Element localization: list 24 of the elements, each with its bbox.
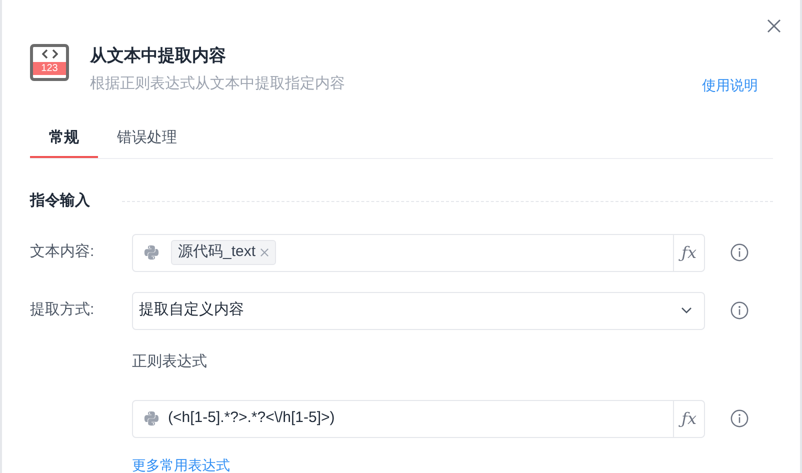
code-extract-icon: 123 — [30, 44, 69, 81]
close-icon[interactable] — [767, 19, 781, 33]
python-icon — [143, 410, 160, 427]
text-content-field[interactable]: 源代码_text ƒx — [132, 234, 705, 272]
field-label: 文本内容: — [30, 242, 96, 262]
section-title: 指令输入 — [30, 191, 91, 211]
info-icon[interactable] — [730, 301, 749, 320]
regex-value: (<h[1-5].*?>.*?<\/h[1-5]>) — [168, 408, 335, 428]
chevron-down-icon — [681, 307, 692, 314]
info-icon[interactable] — [730, 409, 749, 428]
variable-tag: 源代码_text — [171, 240, 276, 265]
dropdown-value: 提取自定义内容 — [139, 300, 244, 320]
method-dropdown[interactable]: 提取自定义内容 — [132, 292, 705, 330]
info-icon[interactable] — [730, 243, 749, 262]
regex-field[interactable]: (<h[1-5].*?>.*?<\/h[1-5]>) ƒx — [132, 400, 705, 438]
dialog-title: 从文本中提取内容 — [90, 45, 227, 67]
dialog-subtitle: 根据正则表达式从文本中提取指定内容 — [90, 74, 345, 94]
regex-caption: 正则表达式 — [132, 352, 207, 370]
formula-button[interactable]: ƒx — [673, 400, 704, 436]
field-label: 提取方式: — [30, 300, 96, 320]
tab[interactable]: 常规 — [30, 126, 98, 158]
python-icon — [143, 244, 160, 261]
formula-button[interactable]: ƒx — [673, 234, 704, 270]
tab[interactable]: 错误处理 — [98, 126, 196, 158]
